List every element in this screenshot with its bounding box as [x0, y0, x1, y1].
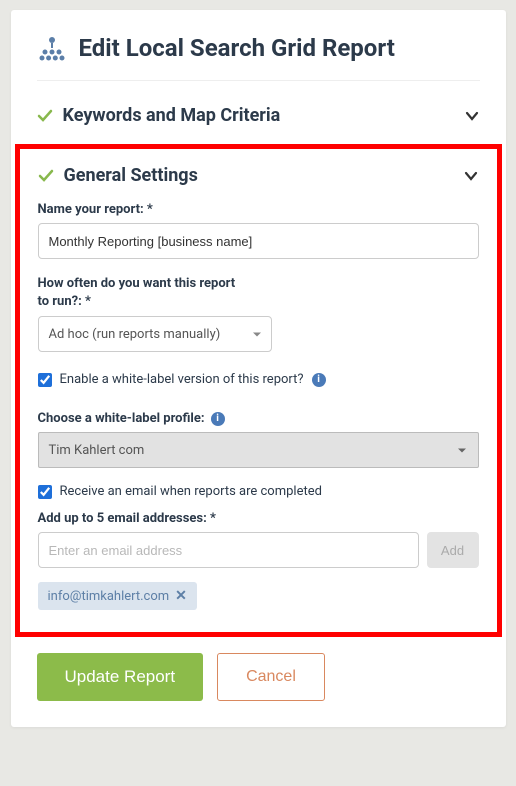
- highlighted-section: General Settings Name your report: * How…: [15, 144, 502, 637]
- update-report-button[interactable]: Update Report: [37, 653, 204, 701]
- cancel-button[interactable]: Cancel: [217, 653, 325, 701]
- email-notify-checkbox[interactable]: [38, 485, 52, 499]
- whitelabel-profile-label: Choose a white-label profile:: [38, 411, 205, 426]
- section-general-header[interactable]: General Settings: [38, 161, 479, 196]
- section-keywords-title: Keywords and Map Criteria: [63, 105, 454, 126]
- report-name-label: Name your report: *: [38, 202, 479, 217]
- add-email-button[interactable]: Add: [427, 532, 479, 568]
- frequency-label: How often do you want this report to run…: [38, 275, 479, 310]
- modal-header: Edit Local Search Grid Report: [37, 34, 480, 81]
- email-addresses-label: Add up to 5 email addresses: *: [38, 511, 479, 526]
- whitelabel-checkbox-label: Enable a white-label version of this rep…: [60, 372, 304, 387]
- modal-title: Edit Local Search Grid Report: [79, 34, 395, 62]
- chevron-down-icon: [464, 108, 480, 124]
- email-input-row: Add: [38, 532, 479, 568]
- whitelabel-checkbox-row: Enable a white-label version of this rep…: [38, 372, 479, 387]
- report-name-input[interactable]: [38, 223, 479, 259]
- footer-buttons: Update Report Cancel: [37, 653, 480, 701]
- frequency-select-value: Ad hoc (run reports manually): [38, 316, 272, 352]
- frequency-select[interactable]: Ad hoc (run reports manually): [38, 316, 272, 352]
- field-frequency: How often do you want this report to run…: [38, 275, 479, 352]
- whitelabel-profile-select[interactable]: Tim Kahlert com: [38, 432, 479, 468]
- info-icon[interactable]: i: [211, 412, 225, 426]
- field-whitelabel-profile: Choose a white-label profile: i Tim Kahl…: [38, 411, 479, 468]
- whitelabel-checkbox[interactable]: [38, 373, 52, 387]
- group-pin-icon: [37, 35, 67, 61]
- info-icon[interactable]: i: [312, 373, 326, 387]
- check-icon: [37, 108, 53, 124]
- email-notify-label: Receive an email when reports are comple…: [60, 484, 322, 499]
- section-general-title: General Settings: [64, 165, 453, 186]
- remove-chip-icon[interactable]: ✕: [175, 588, 187, 604]
- field-report-name: Name your report: *: [38, 202, 479, 259]
- modal-container: Edit Local Search Grid Report Keywords a…: [11, 10, 506, 727]
- email-notify-row: Receive an email when reports are comple…: [38, 484, 479, 499]
- email-chip: info@timkahlert.com ✕: [38, 582, 197, 610]
- email-address-input[interactable]: [38, 532, 419, 568]
- section-keywords-header[interactable]: Keywords and Map Criteria: [37, 95, 480, 136]
- chevron-down-icon: [463, 168, 479, 184]
- whitelabel-profile-value: Tim Kahlert com: [38, 432, 479, 468]
- check-icon: [38, 168, 54, 184]
- email-chip-text: info@timkahlert.com: [48, 589, 170, 604]
